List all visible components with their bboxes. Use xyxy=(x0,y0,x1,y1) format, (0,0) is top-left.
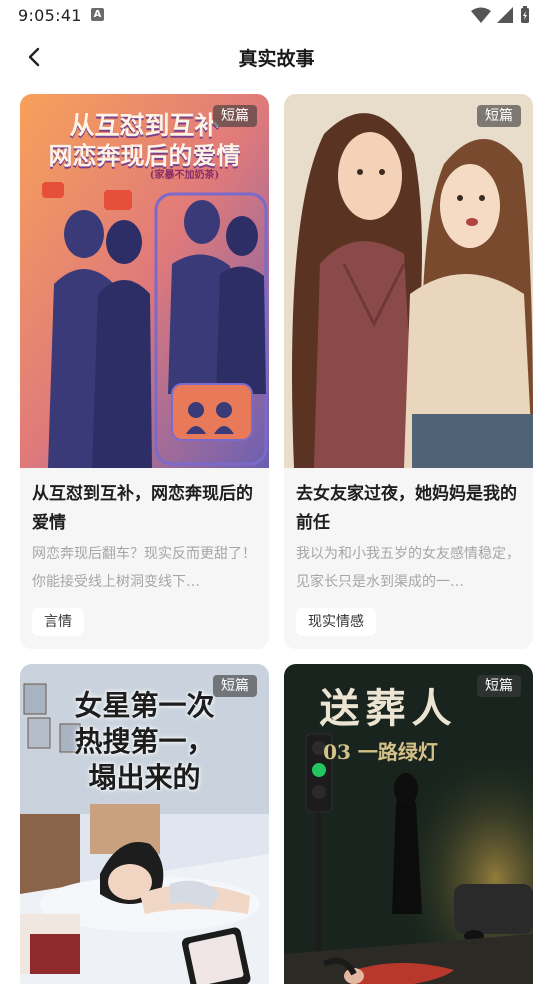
story-tag[interactable]: 言情 xyxy=(32,608,84,636)
cover-title-line2: 03 一路绿灯 xyxy=(323,740,438,764)
short-badge: 短篇 xyxy=(213,675,257,697)
story-cover: 短篇 xyxy=(284,94,533,468)
story-title: 去女友家过夜，她妈妈是我的前任 xyxy=(296,484,517,533)
story-card[interactable]: 女星第一次 热搜第一， 塌出来的 短篇 xyxy=(20,664,269,984)
status-time: 9:05:41 xyxy=(18,6,82,25)
cover-subtitle: (家暴不加奶茶) xyxy=(149,170,220,181)
story-cover: 从互怼到互补 网恋奔现后的爱情 (家暴不加奶茶) 短篇 xyxy=(20,94,269,468)
signal-icon xyxy=(497,7,513,23)
short-badge: 短篇 xyxy=(477,105,521,127)
story-desc: 我以为和小我五岁的女友感情稳定，见家长只是水到渠成的一… xyxy=(296,546,520,590)
header: 真实故事 xyxy=(0,36,553,80)
cover-title-line3: 塌出来的 xyxy=(88,761,201,794)
story-card[interactable]: 送葬人 03 一路绿灯 短篇 xyxy=(284,664,533,984)
short-badge: 短篇 xyxy=(213,105,257,127)
status-bar: 9:05:41 A xyxy=(0,0,553,30)
story-cover: 女星第一次 热搜第一， 塌出来的 短篇 xyxy=(20,664,269,984)
story-cover: 送葬人 03 一路绿灯 短篇 xyxy=(284,664,533,984)
notification-icon: A xyxy=(91,8,104,21)
story-tag[interactable]: 现实情感 xyxy=(296,608,376,636)
story-card[interactable]: 短篇 去女友家过夜，她妈妈是我的前任 我以为和小我五岁的女友感情稳定，见家长只是… xyxy=(284,94,533,649)
page-title: 真实故事 xyxy=(238,48,315,70)
wifi-icon xyxy=(471,7,491,23)
status-icons xyxy=(471,6,529,23)
cover-illustration xyxy=(284,94,533,468)
story-title: 从互怼到互补，网恋奔现后的爱情 xyxy=(32,484,253,533)
battery-icon xyxy=(521,6,529,23)
story-card[interactable]: 从互怼到互补 网恋奔现后的爱情 (家暴不加奶茶) 短篇 从互怼到互补，网恋奔现后… xyxy=(20,94,269,649)
cover-title-line2: 热搜第一， xyxy=(74,725,215,758)
short-badge: 短篇 xyxy=(477,675,521,697)
story-desc: 网恋奔现后翻车？现实反而更甜了！你能接受线上树洞变线下… xyxy=(32,546,256,590)
